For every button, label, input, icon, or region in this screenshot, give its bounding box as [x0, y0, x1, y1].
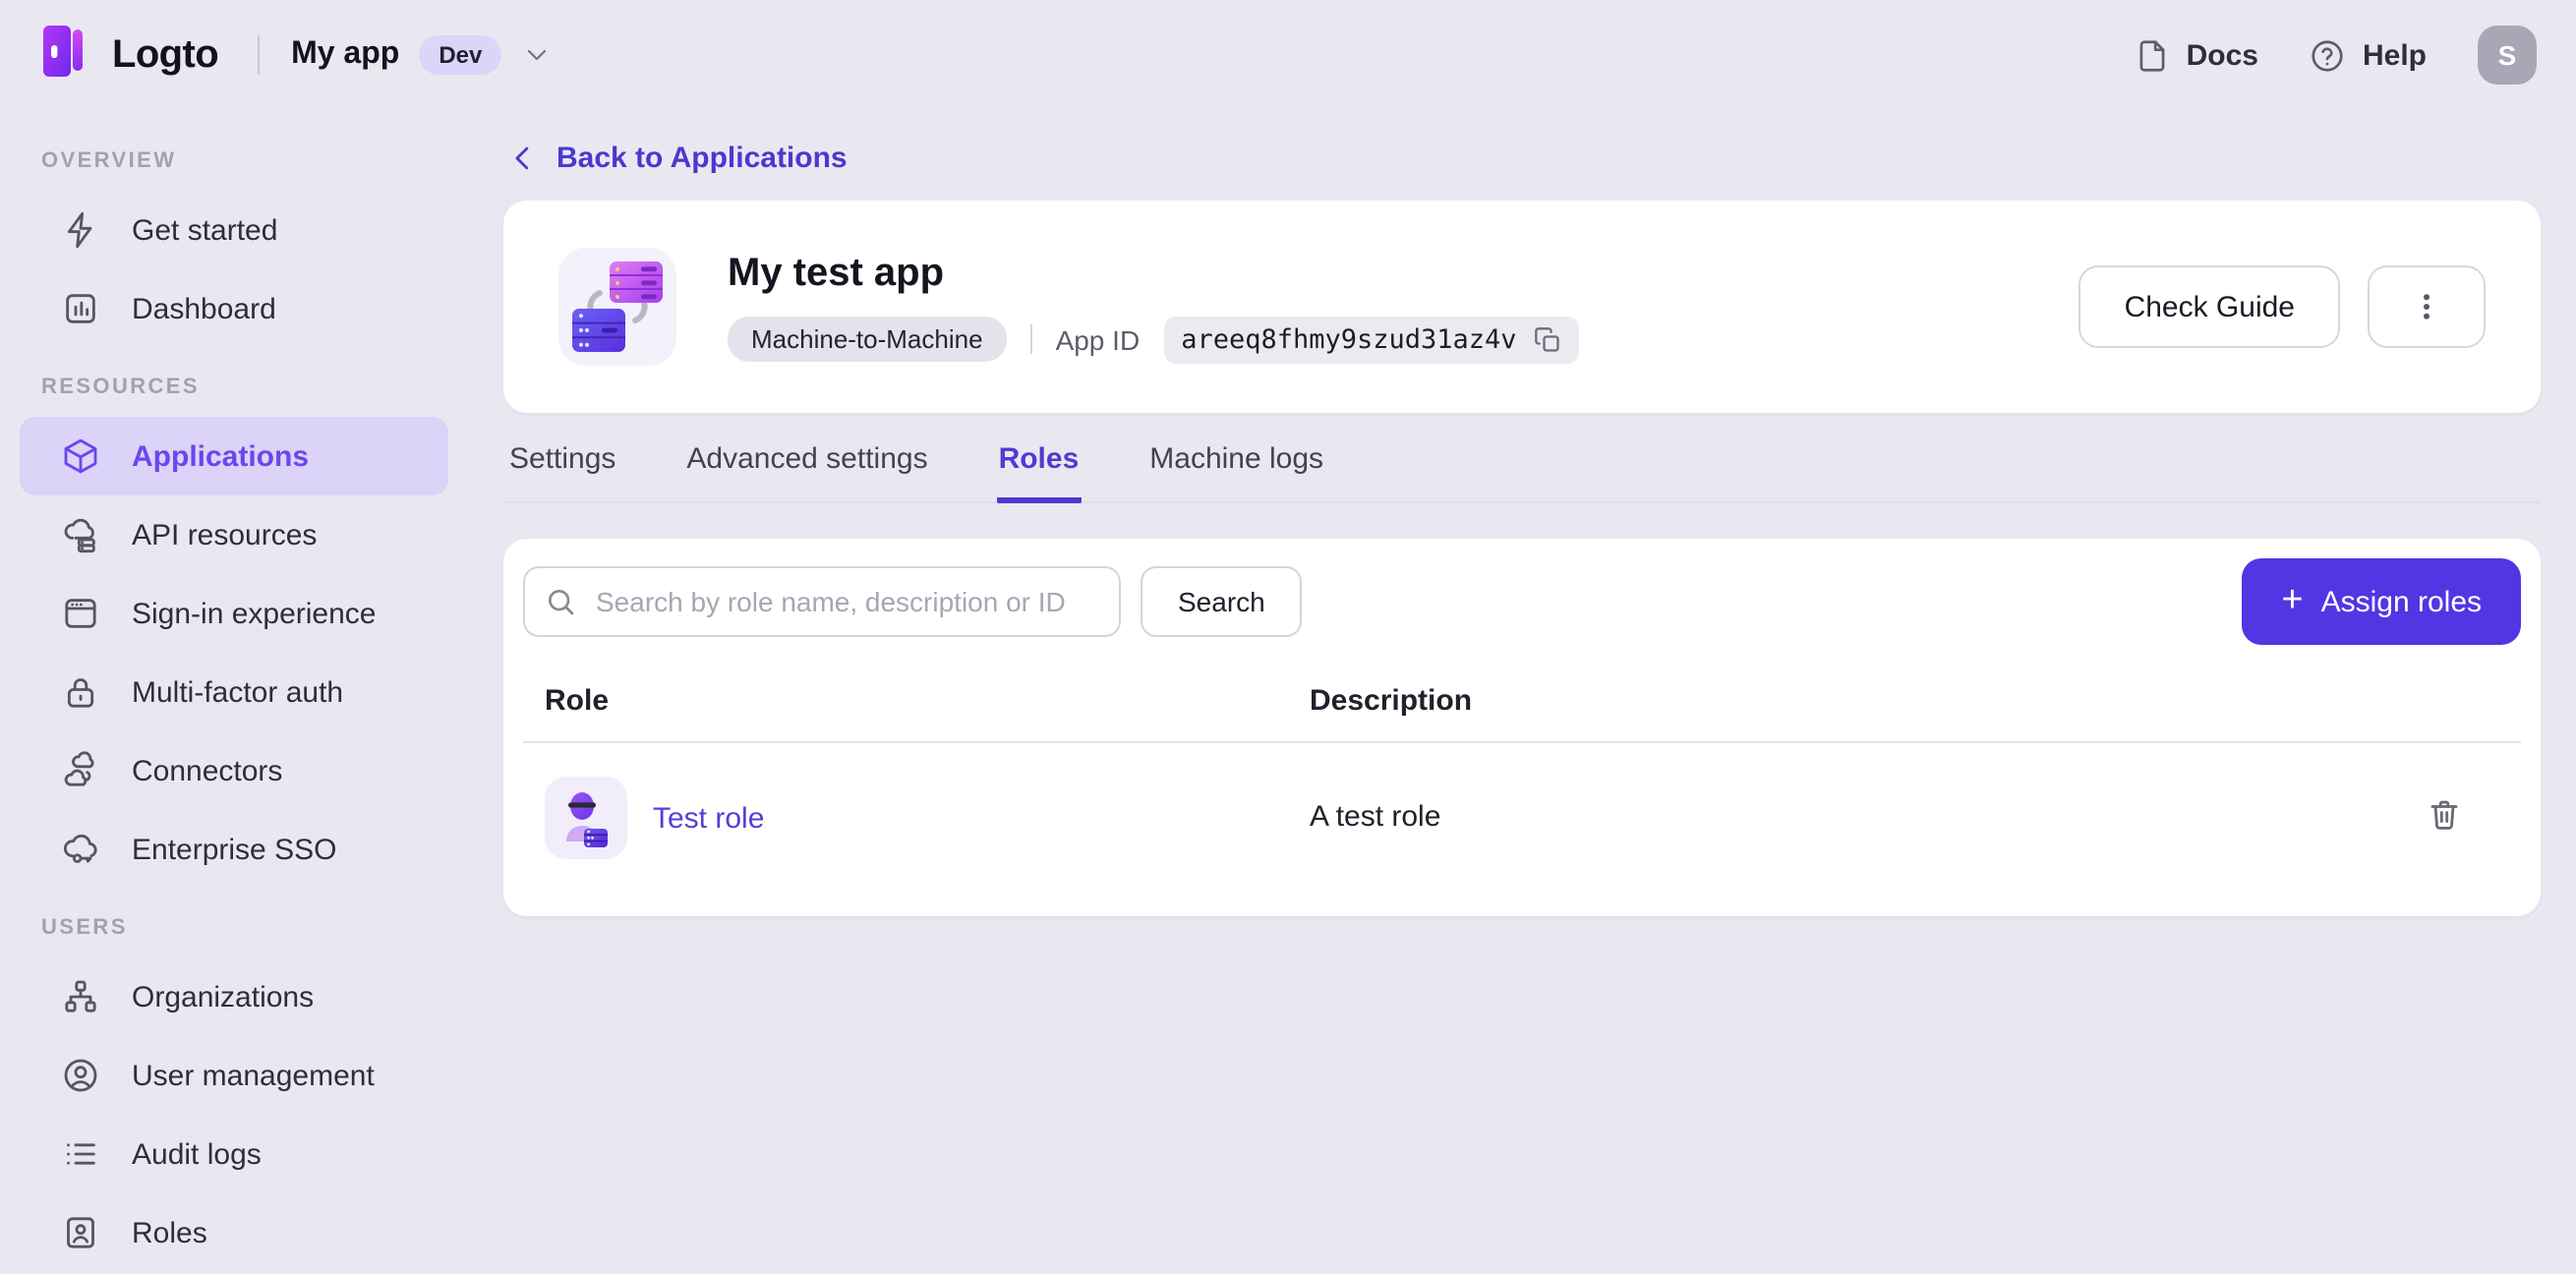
kebab-icon: [2409, 289, 2444, 324]
lightning-icon: [61, 210, 100, 250]
column-header-description: Description: [1288, 665, 2344, 743]
logto-brand[interactable]: Logto: [39, 23, 219, 87]
sidebar-section-resources: RESOURCES: [41, 376, 200, 399]
sidebar-item-organizations[interactable]: Organizations: [20, 957, 448, 1036]
role-cell: Test role: [545, 777, 1288, 859]
topbar-right: Docs Help S: [2134, 26, 2537, 85]
sidebar: OVERVIEW Get started Dashboard RESOURCES…: [0, 110, 464, 1272]
env-badge: Dev: [419, 35, 502, 75]
check-guide-button[interactable]: Check Guide: [2078, 265, 2340, 348]
org-tree-icon: [61, 977, 100, 1016]
app-id-label: App ID: [1055, 323, 1141, 355]
sidebar-item-dashboard[interactable]: Dashboard: [20, 269, 448, 348]
back-to-applications-link[interactable]: Back to Applications: [503, 134, 2541, 181]
plus-icon: +: [2281, 580, 2304, 621]
bar-chart-icon: [61, 289, 100, 328]
tab-settings[interactable]: Settings: [507, 427, 617, 503]
cloud-key-icon: [61, 830, 100, 869]
search-icon: [545, 586, 576, 627]
help-circle-icon: [2310, 36, 2347, 74]
lock-icon: [61, 672, 100, 712]
role-name-link[interactable]: Test role: [653, 801, 764, 835]
help-label: Help: [2362, 38, 2427, 72]
machine-to-machine-app-icon: [558, 248, 676, 366]
tenant-name: My app: [291, 37, 400, 71]
search-input[interactable]: [523, 566, 1121, 637]
id-card-icon: [61, 1213, 100, 1252]
search-wrap: [523, 566, 1121, 637]
document-icon: [2134, 36, 2171, 74]
roles-toolbar: Search + Assign roles: [523, 558, 2521, 645]
sidebar-item-roles[interactable]: Roles: [20, 1193, 448, 1272]
sidebar-item-connectors[interactable]: Connectors: [20, 731, 448, 810]
list-icon: [61, 1134, 100, 1174]
brand-name: Logto: [112, 32, 219, 76]
tab-machine-logs[interactable]: Machine logs: [1147, 427, 1325, 503]
sidebar-item-user-management[interactable]: User management: [20, 1036, 448, 1115]
docs-label: Docs: [2186, 38, 2258, 72]
delete-role-button[interactable]: [2426, 795, 2461, 831]
topbar: Logto My app Dev Docs Help S: [0, 0, 2576, 110]
user-avatar[interactable]: S: [2478, 26, 2537, 85]
cube-icon: [61, 436, 100, 476]
browser-icon: [61, 594, 100, 633]
app-header-card: My test app Machine-to-Machine App ID ar…: [503, 201, 2541, 413]
role-icon: [545, 777, 627, 859]
docs-button[interactable]: Docs: [2134, 36, 2258, 74]
sidebar-item-enterprise-sso[interactable]: Enterprise SSO: [20, 810, 448, 889]
sidebar-section-users: USERS: [41, 916, 128, 940]
sidebar-item-api-resources[interactable]: API resources: [20, 495, 448, 574]
cloud-stack-icon: [61, 515, 100, 554]
sidebar-section-overview: OVERVIEW: [41, 149, 177, 173]
logto-console: Logto My app Dev Docs Help S OVERVIEW Ge…: [0, 0, 2576, 1274]
search-button[interactable]: Search: [1141, 566, 1303, 637]
app-tabs: Settings Advanced settings Roles Machine…: [503, 427, 2541, 503]
user-circle-icon: [61, 1056, 100, 1095]
connectors-icon: [61, 751, 100, 790]
column-header-actions: [2344, 665, 2521, 743]
tenant-selector[interactable]: My app Dev: [291, 35, 553, 75]
sidebar-item-get-started[interactable]: Get started: [20, 191, 448, 269]
topbar-divider: [258, 35, 261, 75]
roles-table: Role Description Test role A test role: [523, 665, 2521, 893]
app-id-value: areeq8fhmy9szud31az4v: [1181, 323, 1517, 355]
assign-roles-button[interactable]: + Assign roles: [2242, 558, 2521, 645]
copy-icon[interactable]: [1535, 325, 1562, 353]
sidebar-item-multi-factor-auth[interactable]: Multi-factor auth: [20, 653, 448, 731]
app-id-chip[interactable]: areeq8fhmy9szud31az4v: [1163, 316, 1580, 363]
app-type-badge: Machine-to-Machine: [728, 317, 1007, 362]
sidebar-item-sign-in-experience[interactable]: Sign-in experience: [20, 574, 448, 653]
role-description: A test role: [1310, 800, 1441, 834]
app-meta: My test app Machine-to-Machine App ID ar…: [728, 251, 1580, 363]
main-content: Back to Applications My test app Machine…: [503, 110, 2541, 916]
table-row: Test role A test role: [523, 742, 2521, 893]
chevron-left-icon: [507, 141, 541, 174]
app-title: My test app: [728, 251, 945, 294]
roles-panel: Search + Assign roles Role Description: [503, 539, 2541, 916]
column-header-role: Role: [523, 665, 1288, 743]
more-actions-button[interactable]: [2368, 265, 2486, 348]
tab-roles[interactable]: Roles: [996, 427, 1082, 503]
app-actions: Check Guide: [2078, 265, 2486, 348]
sidebar-item-applications[interactable]: Applications: [20, 417, 448, 495]
sidebar-item-audit-logs[interactable]: Audit logs: [20, 1115, 448, 1193]
sub-divider: [1029, 324, 1032, 354]
chevron-down-icon: [521, 39, 553, 71]
logto-logo-icon: [39, 23, 90, 87]
tab-advanced-settings[interactable]: Advanced settings: [684, 427, 929, 503]
help-button[interactable]: Help: [2310, 36, 2427, 74]
